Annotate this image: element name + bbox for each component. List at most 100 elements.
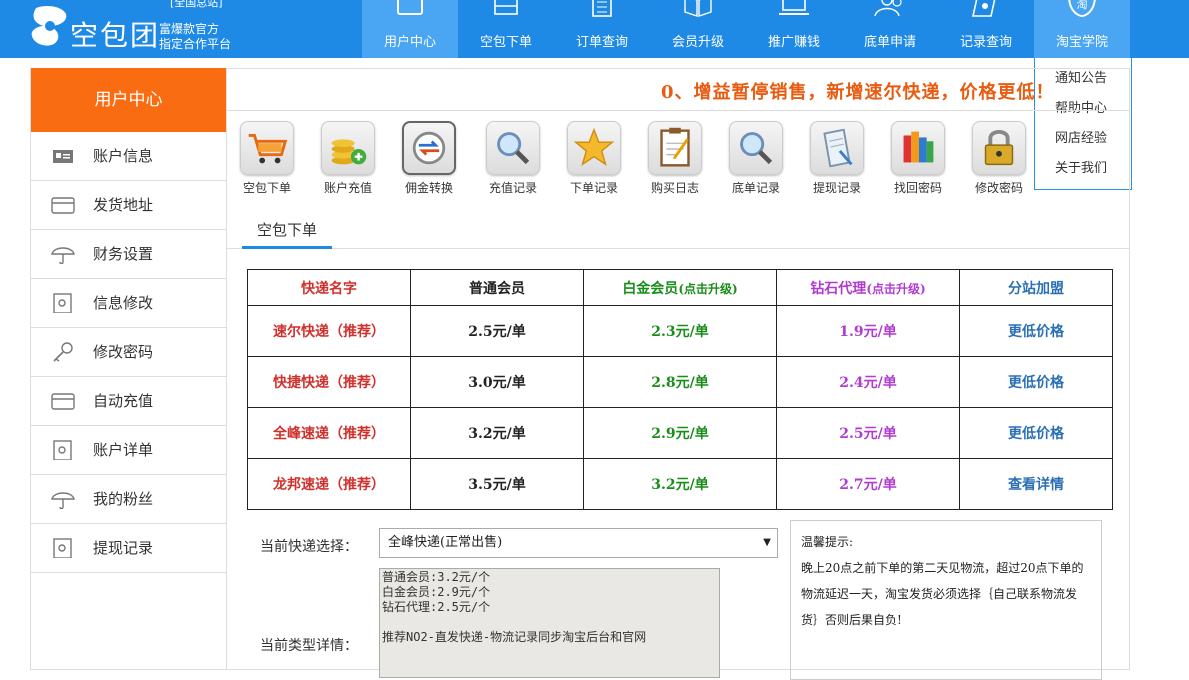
- site-logo[interactable]: [全国总站] 空包团 富爆款官方 指定合作平台: [28, 0, 238, 58]
- magnifier-icon: [729, 121, 783, 175]
- nav-user-center[interactable]: 用户中心: [362, 0, 458, 58]
- cart-icon: [240, 121, 294, 175]
- quick-tools: 空包下单 账户充值 佣金转换 充值记录 下单记录 购买日志 底单记录 提现记录 …: [227, 121, 1130, 201]
- sidebar-item-label: 账户信息: [93, 147, 154, 165]
- sidebar-title: 用户中心: [31, 68, 226, 132]
- convert-icon: [402, 121, 456, 175]
- monitor-icon: [397, 0, 423, 15]
- logo-name: 空包团: [70, 19, 161, 52]
- nav-label: 推广赚钱: [767, 35, 820, 50]
- sidebar-item-label: 账户详单: [93, 441, 154, 459]
- coins-icon: [321, 121, 375, 175]
- key-icon: [53, 342, 73, 362]
- table-row: 快捷快递（推荐） 3.0元/单 2.8元/单 2.4元/单 更低价格: [247, 356, 1113, 408]
- table-row: 龙邦速递（推荐） 3.5元/单 3.2元/单 2.7元/单 查看详情: [247, 458, 1113, 510]
- sidebar-item-label: 修改密码: [93, 343, 154, 361]
- cell-diamond-price: 1.9元/单: [776, 305, 960, 357]
- clipboard-icon: [648, 121, 702, 175]
- cell-courier: 龙邦速递（推荐）: [247, 458, 411, 510]
- courier-select-label: 当前快递选择：: [260, 539, 358, 555]
- tool-recharge[interactable]: 账户充值: [313, 121, 383, 196]
- header-diamond-label: 钻石代理: [810, 280, 867, 297]
- svg-text:淘: 淘: [1077, 0, 1088, 11]
- cell-diamond-price: 2.5元/单: [776, 407, 960, 459]
- sidebar-item-label: 自动充值: [93, 392, 154, 410]
- header-diamond[interactable]: 钻石代理(点击升级): [776, 269, 960, 306]
- sidebar-item-my-fans[interactable]: 我的粉丝: [31, 475, 226, 524]
- header-courier: 快递名字: [247, 269, 411, 306]
- cell-platinum-price: 2.3元/单: [583, 305, 777, 357]
- tool-bill-records[interactable]: 底单记录: [721, 121, 791, 196]
- sidebar: 用户中心 账户信息 发货地址 财务设置 信息修改 修改密码 自动充值 账户详单 …: [30, 68, 227, 670]
- cell-branch-link[interactable]: 更低价格: [959, 407, 1113, 459]
- cell-platinum-price: 3.2元/单: [583, 458, 777, 510]
- tab-empty-package-order[interactable]: 空包下单: [242, 215, 332, 249]
- nav-label: 会员升级: [671, 35, 724, 50]
- wallet-icon: [53, 293, 72, 313]
- card-icon: [51, 393, 75, 410]
- nav-record-query[interactable]: 记录查询: [938, 0, 1034, 58]
- sidebar-item-label: 财务设置: [93, 245, 154, 263]
- wallet-icon: [53, 440, 72, 460]
- header-branch[interactable]: 分站加盟: [959, 269, 1113, 306]
- main-panel: 0、增益暂停销售，新增速尔快递，价格更低！ 空包下单 账户充值 佣金转换 充值记…: [227, 68, 1130, 680]
- sidebar-item-label: 我的粉丝: [93, 490, 154, 508]
- cell-branch-link[interactable]: 更低价格: [959, 356, 1113, 408]
- tool-commission-convert[interactable]: 佣金转换: [394, 121, 464, 196]
- wallet-icon: [53, 538, 72, 558]
- nav-taobao-academy[interactable]: 淘 淘宝学院: [1034, 0, 1130, 58]
- sidebar-item-edit-info[interactable]: 信息修改: [31, 279, 226, 328]
- magnifier-icon: [486, 121, 540, 175]
- list-icon: [592, 0, 612, 17]
- tool-recharge-records[interactable]: 充值记录: [478, 121, 548, 196]
- sidebar-item-auto-recharge[interactable]: 自动充值: [31, 377, 226, 426]
- tool-recover-password[interactable]: 找回密码: [883, 121, 953, 196]
- cell-normal-price: 3.5元/单: [410, 458, 584, 510]
- users-icon: [874, 0, 902, 17]
- tool-purchase-log[interactable]: 购买日志: [640, 121, 710, 196]
- laptop-icon: [779, 0, 809, 15]
- main-nav: 用户中心 空包下单 订单查询 会员升级 推广赚钱 底单申请 记录查询 淘 淘宝学: [362, 0, 1130, 58]
- nav-order-query[interactable]: 订单查询: [554, 0, 650, 58]
- star-icon: [567, 121, 621, 175]
- sidebar-item-change-password[interactable]: 修改密码: [31, 328, 226, 377]
- tab-bar: 空包下单: [227, 215, 1130, 249]
- courier-select[interactable]: 全峰快递(正常出售) ▼: [379, 528, 778, 558]
- header-normal: 普通会员: [410, 269, 584, 306]
- tool-order[interactable]: 空包下单: [232, 121, 302, 196]
- cell-branch-link[interactable]: 查看详情: [959, 458, 1113, 510]
- cell-courier: 快捷快递（推荐）: [247, 356, 411, 408]
- sidebar-item-withdraw-records[interactable]: 提现记录: [31, 524, 226, 573]
- nav-label: 空包下单: [479, 35, 532, 50]
- tool-label: 修改密码: [974, 181, 1023, 195]
- header-platinum-label: 白金会员: [622, 280, 679, 297]
- tips-title: 温馨提示:: [801, 535, 854, 549]
- record-icon: [972, 0, 996, 17]
- sidebar-item-finance[interactable]: 财务设置: [31, 230, 226, 279]
- chevron-down-icon: ▼: [763, 537, 771, 548]
- table-row: 全峰速递（推荐） 3.2元/单 2.9元/单 2.5元/单 更低价格: [247, 407, 1113, 459]
- tool-order-records[interactable]: 下单记录: [559, 121, 629, 196]
- cell-courier: 全峰速递（推荐）: [247, 407, 411, 459]
- cell-normal-price: 3.0元/单: [410, 356, 584, 408]
- cell-platinum-price: 2.9元/单: [583, 407, 777, 459]
- tool-change-password[interactable]: 修改密码: [964, 121, 1034, 196]
- header-platinum[interactable]: 白金会员(点击升级): [583, 269, 777, 306]
- book-icon: [684, 0, 712, 17]
- sidebar-item-account-details[interactable]: 账户详单: [31, 426, 226, 475]
- cell-branch-link[interactable]: 更低价格: [959, 305, 1113, 357]
- tool-withdraw-records[interactable]: 提现记录: [802, 121, 872, 196]
- cell-platinum-price: 2.8元/单: [583, 356, 777, 408]
- cell-diamond-price: 2.7元/单: [776, 458, 960, 510]
- box-icon: [494, 0, 518, 15]
- logo-slogan-2: 指定合作平台: [159, 37, 232, 51]
- nav-order[interactable]: 空包下单: [458, 0, 554, 58]
- nav-member-upgrade[interactable]: 会员升级: [650, 0, 746, 58]
- sidebar-item-shipping-address[interactable]: 发货地址: [31, 181, 226, 230]
- logo-tag: [全国总站]: [170, 0, 223, 9]
- nav-promote[interactable]: 推广赚钱: [746, 0, 842, 58]
- courier-select-value: 全峰快递(正常出售): [388, 535, 503, 550]
- sidebar-item-account-info[interactable]: 账户信息: [31, 132, 226, 181]
- nav-bill-apply[interactable]: 底单申请: [842, 0, 938, 58]
- type-detail-textarea[interactable]: 普通会员:3.2元/个 白金会员:2.9元/个 钻石代理:2.5元/个 推荐NO…: [379, 568, 720, 678]
